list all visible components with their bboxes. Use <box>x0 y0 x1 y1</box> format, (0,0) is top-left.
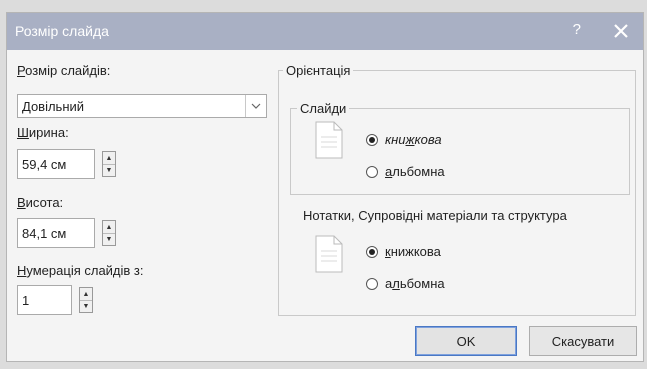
slides-landscape-label-b: льбомна <box>392 164 445 179</box>
portrait-page-icon <box>315 121 343 159</box>
notes-landscape-label-hotkey: л <box>392 276 400 291</box>
notes-landscape-label-b: ьбомна <box>399 276 445 291</box>
notes-portrait-label[interactable]: книжкова <box>385 244 441 259</box>
numbering-label-text: умерація слайдів з: <box>26 263 144 278</box>
dialog-title: Розмір слайда <box>15 23 109 39</box>
notes-landscape-label[interactable]: альбомна <box>385 276 445 291</box>
height-spinner[interactable]: ▲ ▼ <box>102 220 116 246</box>
slides-orientation-title: Слайди <box>297 101 350 116</box>
orientation-title: Орієнтація <box>283 63 354 78</box>
width-value: 59,4 см <box>22 157 67 172</box>
width-decrement-button[interactable]: ▼ <box>103 164 115 176</box>
slides-portrait-label-b: кова <box>414 132 442 147</box>
help-button[interactable]: ? <box>573 21 581 38</box>
slide-size-dialog: Розмір слайда ? Розмір слайдів: Довільни… <box>6 12 644 362</box>
numbering-spinner[interactable]: ▲ ▼ <box>79 287 93 313</box>
title-bar[interactable]: Розмір слайда ? <box>7 13 643 50</box>
width-label-text: ирина: <box>28 125 69 140</box>
width-spinner[interactable]: ▲ ▼ <box>102 151 116 177</box>
slides-landscape-label[interactable]: альбомна <box>385 164 445 179</box>
numbering-label: Нумерація слайдів з: <box>17 263 144 278</box>
slides-portrait-radio[interactable] <box>366 134 378 146</box>
height-label: Висота: <box>17 195 63 210</box>
notes-orientation-title: Нотатки, Супровідні матеріали та структу… <box>303 208 567 223</box>
notes-portrait-label-b: нижкова <box>390 244 441 259</box>
close-icon <box>614 24 628 38</box>
chevron-down-icon <box>251 103 261 109</box>
width-input[interactable]: 59,4 см ▲ ▼ <box>17 149 116 179</box>
height-value: 84,1 см <box>22 226 67 241</box>
slide-size-value: Довільний <box>22 99 85 114</box>
close-button[interactable] <box>609 19 633 43</box>
slide-size-label: Розмір слайдів: <box>17 63 110 78</box>
slides-landscape-radio[interactable] <box>366 166 378 178</box>
numbering-value: 1 <box>22 293 30 308</box>
slides-portrait-label[interactable]: книжкова <box>385 132 442 147</box>
notes-portrait-radio[interactable] <box>366 246 378 258</box>
slide-size-select[interactable]: Довільний <box>17 94 267 118</box>
height-input[interactable]: 84,1 см ▲ ▼ <box>17 218 116 248</box>
numbering-decrement-button[interactable]: ▼ <box>80 300 92 312</box>
width-label-hotkey: Ш <box>17 125 29 140</box>
ok-button[interactable]: OK <box>415 326 517 356</box>
cancel-button[interactable]: Скасувати <box>529 326 637 356</box>
slide-size-label-hotkey: Р <box>17 63 26 78</box>
dropdown-arrow[interactable] <box>245 95 266 117</box>
height-label-hotkey: В <box>17 195 26 210</box>
height-label-text: исота: <box>25 195 64 210</box>
width-label: Ширина: <box>17 125 69 140</box>
slides-portrait-label-a: кни <box>385 132 406 147</box>
height-decrement-button[interactable]: ▼ <box>103 233 115 245</box>
numbering-input[interactable]: 1 ▲ ▼ <box>17 285 93 315</box>
numbering-label-hotkey: Н <box>17 263 27 278</box>
slide-size-label-text: озмір слайдів: <box>25 63 111 78</box>
notes-page-icon <box>315 235 343 273</box>
notes-landscape-radio[interactable] <box>366 278 378 290</box>
